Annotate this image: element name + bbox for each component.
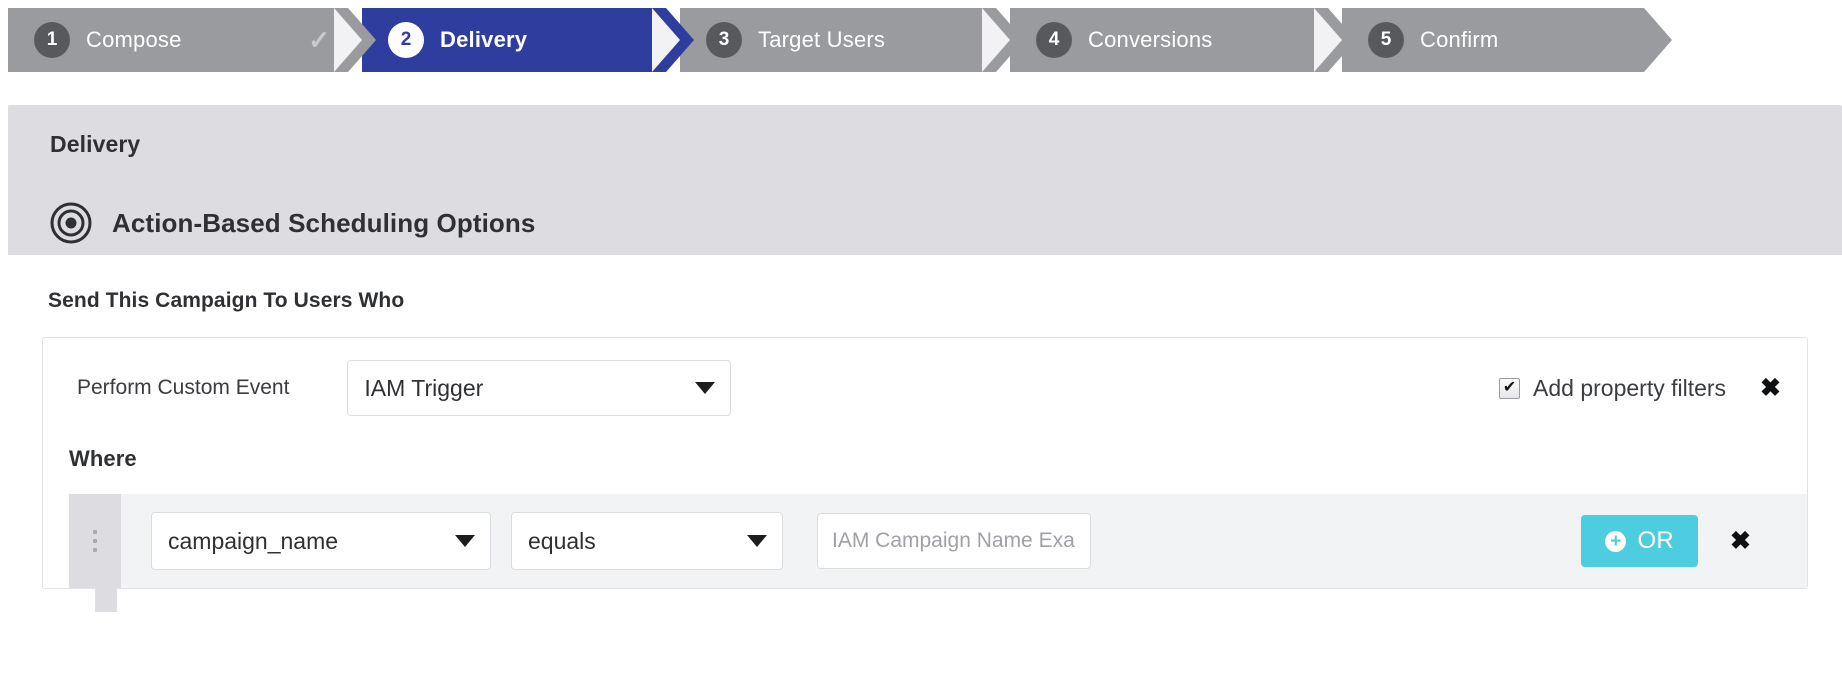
trigger-card: Perform Custom Event IAM Trigger ✔ Add p…	[42, 337, 1808, 612]
filter-row: campaign_name equals + OR ✖	[69, 494, 1807, 612]
wizard-step-label: Delivery	[440, 27, 528, 52]
wizard-step-number: 5	[1368, 22, 1404, 58]
wizard-step-label: Conversions	[1088, 27, 1213, 52]
wizard-step-conversions[interactable]: 4 Conversions	[982, 8, 1356, 72]
drag-handle-connector	[95, 588, 117, 612]
add-or-condition-button[interactable]: + OR	[1581, 515, 1699, 567]
wizard-step-label: Target Users	[758, 27, 886, 52]
custom-event-label: Perform Custom Event	[77, 376, 290, 399]
chevron-down-icon	[695, 382, 716, 394]
wizard-step-target-users[interactable]: 3 Target Users	[652, 8, 1024, 72]
filter-value-input[interactable]	[817, 513, 1091, 569]
chevron-down-icon	[747, 535, 767, 547]
wizard-step-compose[interactable]: 1 Compose ✓	[8, 8, 376, 72]
filter-operator-value: equals	[528, 527, 596, 554]
add-property-filters-label: Add property filters	[1533, 374, 1727, 401]
panel-body: Send This Campaign To Users Who Perform …	[8, 255, 1842, 612]
where-label: Where	[69, 446, 137, 471]
drag-dots-icon[interactable]	[69, 494, 121, 588]
page-title: Delivery	[50, 131, 141, 157]
plus-circle-icon: +	[1605, 530, 1627, 552]
wizard-step-number: 3	[706, 22, 742, 58]
add-property-filters-checkbox[interactable]: ✔ Add property filters	[1499, 375, 1726, 402]
body-heading: Send This Campaign To Users Who	[48, 289, 405, 312]
wizard-step-delivery[interactable]: 2 Delivery	[334, 8, 694, 72]
wizard-step-number: 4	[1036, 22, 1072, 58]
custom-event-row: Perform Custom Event IAM Trigger ✔ Add p…	[43, 338, 1807, 438]
filter-field-value: campaign_name	[168, 527, 339, 554]
wizard-step-number: 2	[388, 22, 424, 58]
wizard-step-confirm[interactable]: 5 Confirm	[1314, 8, 1672, 72]
remove-filter-button[interactable]: ✖	[1730, 528, 1751, 554]
or-button-label: OR	[1637, 527, 1675, 554]
checkbox-box[interactable]: ✔	[1499, 377, 1521, 399]
wizard-step-label: Compose	[86, 27, 182, 52]
where-block: Where campaign_name equals IAM Campaign …	[43, 446, 1807, 612]
filter-operator-select[interactable]: equals	[511, 512, 783, 570]
remove-trigger-button[interactable]: ✖	[1760, 375, 1781, 401]
section-title: Action-Based Scheduling Options	[112, 207, 536, 238]
delivery-panel: Delivery Action-Based Scheduling Options…	[8, 105, 1842, 688]
custom-event-select-value: IAM Trigger	[364, 374, 484, 401]
section-header: Action-Based Scheduling Options	[50, 202, 1800, 244]
bullseye-icon	[50, 202, 92, 244]
chevron-down-icon	[455, 535, 475, 547]
wizard-step-label: Confirm	[1420, 27, 1499, 52]
campaign-wizard-steps: 1 Compose ✓ 2 Delivery 3 Target Users 4 …	[8, 8, 1842, 72]
wizard-step-number: 1	[34, 22, 70, 58]
filter-field-select[interactable]: campaign_name	[151, 512, 491, 570]
drag-dots-glyph	[93, 530, 97, 552]
custom-event-select[interactable]: IAM Trigger	[347, 360, 732, 416]
panel-header: Delivery Action-Based Scheduling Options	[8, 105, 1842, 255]
